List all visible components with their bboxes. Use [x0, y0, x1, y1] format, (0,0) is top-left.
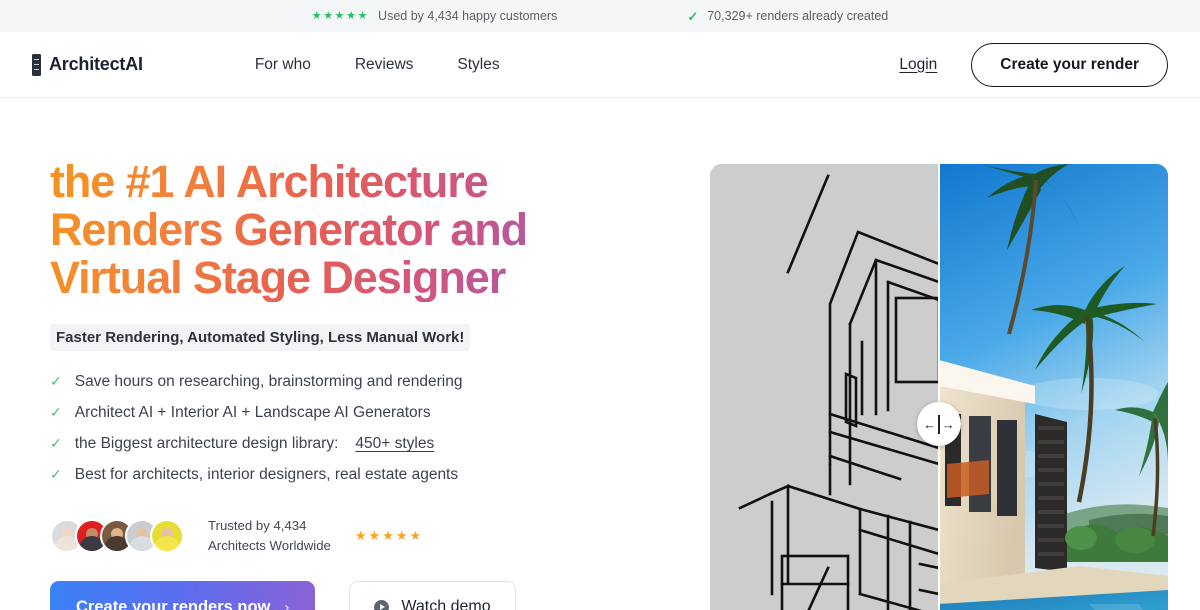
- check-icon: ✓: [687, 8, 699, 24]
- rating-stars-icon: ★★★★★: [311, 9, 370, 22]
- create-render-button[interactable]: Create your render: [971, 42, 1168, 87]
- hero-media: ← →: [672, 98, 1168, 610]
- styles-library-link[interactable]: 450+ styles: [355, 435, 434, 453]
- comparison-slider-handle[interactable]: ← →: [917, 402, 961, 446]
- brand-logo[interactable]: ArchitectAI: [32, 53, 143, 76]
- check-icon: ✓: [50, 373, 62, 390]
- rating-stars-icon: ★★★★★: [354, 527, 424, 543]
- nav-links: For who Reviews Styles: [255, 56, 500, 74]
- check-icon: ✓: [50, 466, 62, 483]
- nav-actions: Login Create your render: [899, 42, 1168, 87]
- feature-text: Save hours on researching, brainstorming…: [74, 373, 463, 391]
- avatar: [150, 518, 184, 553]
- announcement-customers-text: Used by 4,434 happy customers: [378, 9, 558, 23]
- headline-line-3: Virtual Stage Designer: [50, 252, 506, 304]
- create-renders-now-button[interactable]: Create your renders now ›: [50, 580, 316, 610]
- before-after-comparison[interactable]: ← →: [710, 164, 1168, 610]
- page-title: the #1 AI Architecture Renders Generator…: [50, 158, 570, 302]
- nav-item-styles[interactable]: Styles: [457, 56, 499, 74]
- hero-subheadline: Faster Rendering, Automated Styling, Les…: [50, 324, 471, 352]
- building-icon: [32, 53, 41, 76]
- arrow-right-icon: →: [941, 416, 955, 432]
- list-item: ✓ Save hours on researching, brainstormi…: [50, 373, 672, 391]
- social-proof: Trusted by 4,434 Architects Worldwide ★★…: [50, 516, 672, 554]
- nav-item-for-who[interactable]: For who: [255, 56, 311, 74]
- headline-line-1: the #1 AI Architecture: [50, 156, 488, 207]
- play-icon: [374, 599, 390, 610]
- headline-line-2: Renders Generator and: [50, 204, 528, 256]
- announcement-customers: ★★★★★ Used by 4,434 happy customers: [312, 9, 558, 23]
- hero-content: the #1 AI Architecture Renders Generator…: [32, 98, 672, 610]
- feature-list: ✓ Save hours on researching, brainstormi…: [50, 373, 672, 484]
- login-link[interactable]: Login: [899, 56, 937, 74]
- main-navbar: ArchitectAI For who Reviews Styles Login…: [0, 32, 1200, 98]
- hero-cta-row: Create your renders now › Watch demo: [50, 580, 672, 610]
- feature-text: Best for architects, interior designers,…: [74, 466, 459, 484]
- check-icon: ✓: [50, 435, 62, 452]
- trust-text: Trusted by 4,434 Architects Worldwide: [208, 516, 331, 554]
- villa-render-icon: [939, 164, 1168, 610]
- trust-line-2: Architects Worldwide: [208, 537, 331, 553]
- architecture-sketch-icon: [710, 164, 939, 610]
- feature-text: the Biggest architecture design library:: [74, 435, 339, 453]
- brand-name: ArchitectAI: [49, 54, 143, 74]
- chevron-right-icon: ›: [284, 598, 290, 610]
- after-render-image: [939, 164, 1168, 610]
- create-renders-now-label: Create your renders now: [76, 597, 271, 610]
- comparison-divider: [938, 164, 940, 610]
- hero-section: the #1 AI Architecture Renders Generator…: [0, 98, 1200, 610]
- avatar-group: [50, 518, 184, 553]
- trust-line-1: Trusted by 4,434: [208, 518, 307, 534]
- list-item: ✓ Best for architects, interior designer…: [50, 466, 672, 484]
- arrow-left-icon: ←: [923, 416, 937, 432]
- watch-demo-button[interactable]: Watch demo: [349, 581, 516, 610]
- list-item: ✓ the Biggest architecture design librar…: [50, 435, 672, 453]
- check-icon: ✓: [50, 404, 62, 421]
- nav-item-reviews[interactable]: Reviews: [355, 56, 414, 74]
- announcement-bar: ★★★★★ Used by 4,434 happy customers ✓ 70…: [0, 0, 1200, 32]
- before-sketch-image: [710, 164, 939, 610]
- feature-text: Architect AI + Interior AI + Landscape A…: [74, 404, 431, 422]
- announcement-renders-text: 70,329+ renders already created: [707, 9, 889, 23]
- list-item: ✓ Architect AI + Interior AI + Landscape…: [50, 404, 672, 422]
- watch-demo-label: Watch demo: [401, 598, 491, 610]
- handle-bar: [938, 414, 940, 434]
- announcement-renders: ✓ 70,329+ renders already created: [687, 9, 888, 23]
